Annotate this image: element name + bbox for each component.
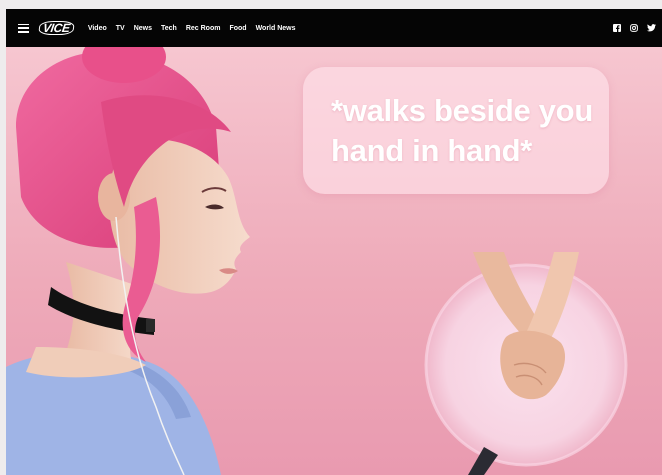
twitter-icon[interactable] bbox=[647, 24, 656, 32]
instagram-icon[interactable] bbox=[630, 24, 638, 32]
nav-tv[interactable]: TV bbox=[116, 25, 125, 32]
speech-bubble: *walks beside you hand in hand* bbox=[303, 67, 609, 194]
nav-video[interactable]: Video bbox=[88, 25, 107, 32]
vice-logo[interactable]: VICE bbox=[38, 21, 75, 35]
facebook-icon[interactable] bbox=[613, 24, 621, 32]
social-links bbox=[613, 24, 656, 32]
screenshot-frame: VICE Video TV News Tech Rec Room Food Wo… bbox=[0, 0, 662, 475]
nav-news[interactable]: News bbox=[134, 25, 152, 32]
hero-image: *walks beside you hand in hand* bbox=[6, 47, 662, 475]
speech-line-1: *walks beside you bbox=[331, 92, 593, 128]
main-nav: Video TV News Tech Rec Room Food World N… bbox=[88, 25, 296, 32]
speech-line-2: hand in hand* bbox=[331, 132, 533, 168]
site-header: VICE Video TV News Tech Rec Room Food Wo… bbox=[6, 9, 662, 47]
nav-tech[interactable]: Tech bbox=[161, 25, 177, 32]
menu-icon[interactable] bbox=[18, 23, 29, 33]
nav-food[interactable]: Food bbox=[229, 25, 246, 32]
nav-rec-room[interactable]: Rec Room bbox=[186, 25, 221, 32]
nav-world-news[interactable]: World News bbox=[256, 25, 296, 32]
